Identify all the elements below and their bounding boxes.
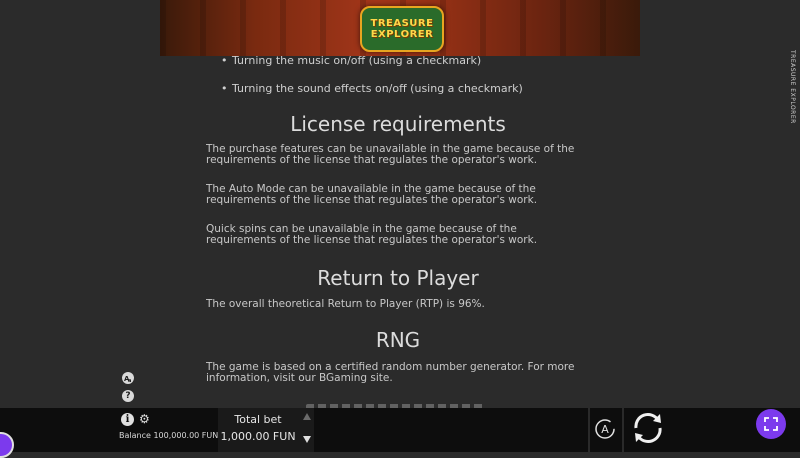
license-heading: License requirements <box>290 112 506 136</box>
total-bet-label: Total bet <box>234 413 282 426</box>
divider <box>622 408 624 452</box>
side-game-title: TREASURE EXPLORER <box>789 50 796 124</box>
logo-line-1: TREASURE <box>370 18 434 29</box>
auto-spin-button[interactable]: A <box>594 418 616 440</box>
bet-increase-button[interactable] <box>303 413 311 420</box>
auto-icon: A <box>595 419 615 439</box>
spin-icon <box>634 413 662 443</box>
bullet-sound: Turning the sound effects on/off (using … <box>221 82 523 95</box>
fullscreen-icon <box>764 417 778 431</box>
auto-label: A <box>601 423 609 436</box>
license-paragraph-purchase: The purchase features can be unavailable… <box>206 143 575 166</box>
rng-text: The game is based on a certified random … <box>206 361 575 384</box>
question-icon[interactable]: ? <box>122 390 134 402</box>
rtp-text: The overall theoretical Return to Player… <box>206 298 485 310</box>
license-paragraph-auto: The Auto Mode can be unavailable in the … <box>206 183 538 206</box>
rng-heading: RNG <box>375 328 421 352</box>
rules-content[interactable]: Turning the music on/off (using a checkm… <box>206 52 590 408</box>
spin-button[interactable] <box>630 410 666 446</box>
bottom-bar <box>0 408 800 452</box>
bet-decrease-button[interactable] <box>303 436 311 443</box>
game-banner: TREASURE EXPLORER <box>160 0 640 56</box>
svg-text:a: a <box>128 378 131 383</box>
gear-icon[interactable]: ⚙ <box>139 413 150 426</box>
license-paragraph-quickspin: Quick spins can be unavailable in the ga… <box>206 223 538 246</box>
translate-icon[interactable]: Aa <box>122 372 134 384</box>
balance-display: Balance 100,000.00 FUN <box>119 431 219 440</box>
divider <box>588 408 590 452</box>
game-logo: TREASURE EXPLORER <box>360 6 444 52</box>
logo-line-2: EXPLORER <box>370 29 434 40</box>
info-icon[interactable]: i <box>121 413 134 426</box>
bullet-music: Turning the music on/off (using a checkm… <box>221 54 481 67</box>
fullscreen-button[interactable] <box>756 409 786 439</box>
total-bet-value: 1,000.00 FUN <box>220 430 296 443</box>
rtp-heading: Return to Player <box>317 266 479 290</box>
